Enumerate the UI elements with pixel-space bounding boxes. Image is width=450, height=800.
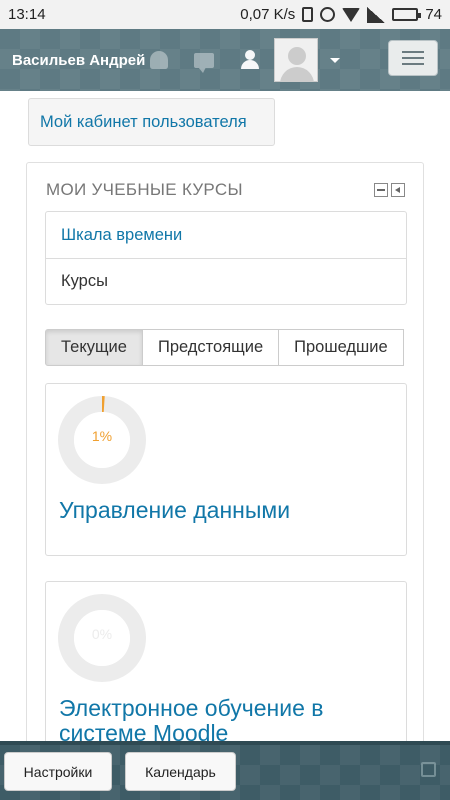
avatar[interactable] [274, 38, 318, 82]
hamburger-icon [402, 51, 424, 53]
bottom-bar: Настройки Календарь [0, 741, 450, 800]
signal-icon [367, 6, 386, 23]
dashboard-button[interactable]: Мой кабинет пользователя [28, 98, 275, 146]
wifi-icon [342, 7, 361, 22]
tab-upcoming[interactable]: Предстоящие [141, 329, 280, 366]
chevron-down-icon[interactable] [330, 57, 340, 63]
messages-icon[interactable] [194, 52, 214, 73]
menu-button[interactable] [388, 40, 438, 76]
course-tabs: Текущие Предстоящие Прошедшие [45, 329, 407, 366]
nav-item-courses[interactable]: Курсы [46, 258, 406, 304]
vibrate-icon [302, 7, 314, 22]
course-title[interactable]: Электронное обучение в системе Moodle [59, 696, 399, 746]
calendar-button[interactable]: Календарь [125, 752, 236, 791]
user-name[interactable]: Васильев Андрей [12, 52, 150, 69]
nav-item-timeline[interactable]: Шкала времени [46, 212, 406, 258]
course-title[interactable]: Управление данными [59, 498, 399, 523]
collapse-block-icon[interactable] [374, 183, 388, 197]
alarm-icon [320, 7, 336, 22]
progress-label: 1% [91, 428, 113, 444]
network-speed: 0,07 K/s [240, 6, 296, 23]
dock-block-icon[interactable] [391, 183, 405, 197]
tab-current[interactable]: Текущие [45, 329, 143, 366]
top-navbar: Васильев Андрей [0, 29, 450, 91]
my-courses-block: МОИ УЧЕБНЫЕ КУРСЫ Шкала времени Курсы Те… [26, 162, 424, 782]
notifications-icon[interactable] [150, 51, 168, 69]
user-switch-icon[interactable] [240, 50, 260, 70]
clock: 13:14 [8, 6, 46, 23]
tab-past[interactable]: Прошедшие [278, 329, 404, 366]
battery-icon [392, 8, 422, 21]
block-nav-list: Шкала времени Курсы [45, 211, 407, 305]
dock-icon[interactable] [421, 762, 436, 777]
course-card[interactable]: 1% Управление данными [45, 383, 407, 556]
status-bar: 13:14 0,07 K/s 74 [0, 0, 450, 29]
settings-button[interactable]: Настройки [4, 752, 112, 791]
block-title: МОИ УЧЕБНЫЕ КУРСЫ [46, 180, 243, 199]
progress-label: 0% [91, 626, 113, 642]
battery-level: 74 [425, 6, 442, 23]
